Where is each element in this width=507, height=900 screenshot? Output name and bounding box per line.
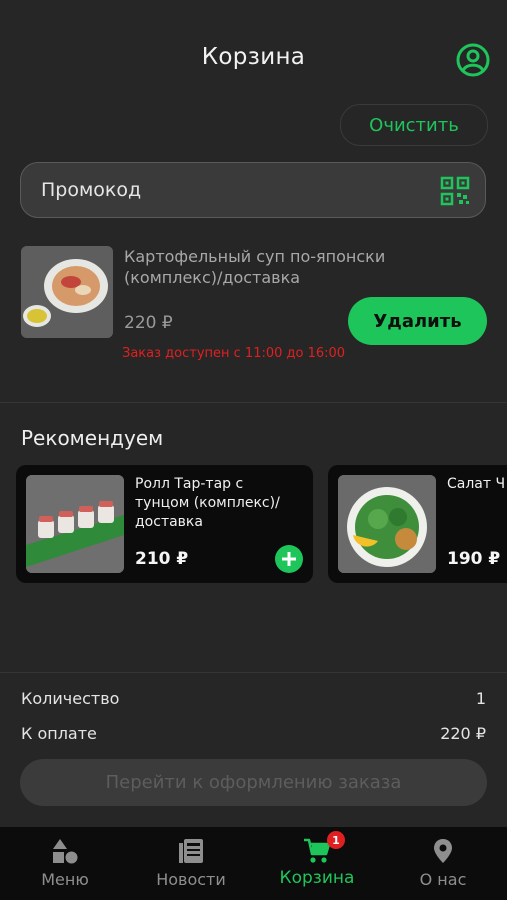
recommend-title: Рекомендуем [21,426,164,450]
promo-code-placeholder: Промокод [41,179,142,201]
delete-item-button[interactable]: Удалить [348,297,487,345]
recommend-item-name: Салат Ч (компле [447,476,507,492]
total-value: 220 ₽ [440,724,486,743]
nav-label: О нас [419,870,467,889]
recommend-item-price: 210 ₽ [135,549,189,569]
cart-item-image [21,246,113,338]
availability-warning: Заказ доступен с 11:00 до 16:00 [122,346,346,361]
promo-code-field[interactable]: Промокод [20,162,486,218]
cart-item-price: 220 ₽ [124,313,173,333]
recommend-item-price: 190 ₽ [447,549,501,569]
nav-item-cart[interactable]: 1 Корзина [254,827,380,900]
clear-cart-button[interactable]: Очистить [340,104,488,146]
nav-label: Новости [156,870,226,889]
cart-count-badge: 1 [327,831,345,849]
nav-item-news[interactable]: Новости [128,827,254,900]
recommend-item-image [26,475,124,573]
add-to-cart-button[interactable] [275,545,303,573]
profile-icon[interactable] [455,42,491,78]
page-title: Корзина [201,44,306,70]
location-pin-icon [429,837,457,865]
cart-item-name: Картофельный суп по-японски (комплекс)/д… [124,247,386,287]
nav-label: Меню [41,870,89,889]
nav-item-about[interactable]: О нас [380,827,506,900]
quantity-value: 1 [475,689,486,708]
recommend-item-name: Ролл Тар-тар с тунцом (комплекс)/ достав… [135,476,280,530]
divider [0,402,507,403]
bottom-nav: Меню Новости 1 Корзина О нас [0,827,507,900]
divider [0,672,507,673]
recommend-card[interactable]: Салат Ч (компле 190 ₽ [328,465,507,583]
nav-item-menu[interactable]: Меню [2,827,128,900]
plus-icon [282,552,296,566]
news-icon [177,837,205,865]
qr-scan-icon[interactable] [439,175,471,207]
recommend-card[interactable]: Ролл Тар-тар с тунцом (комплекс)/ достав… [16,465,313,583]
quantity-label: Количество [21,689,120,708]
checkout-button[interactable]: Перейти к оформлению заказа [20,759,487,806]
recommend-item-image [338,475,436,573]
total-label: К оплате [21,724,97,743]
menu-shapes-icon [51,837,79,865]
nav-label: Корзина [279,868,355,888]
